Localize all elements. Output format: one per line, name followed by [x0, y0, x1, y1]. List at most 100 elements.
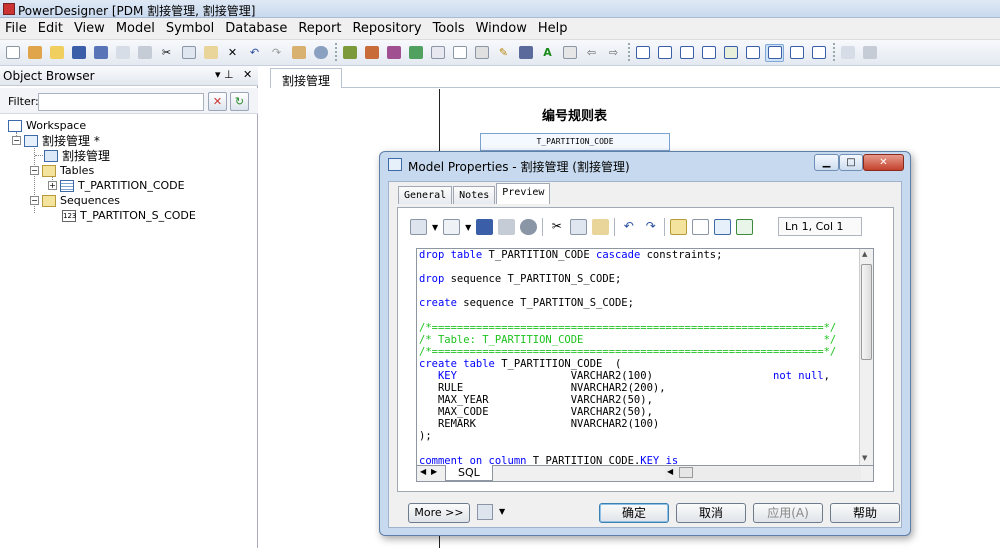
redo-icon[interactable]: ↷: [642, 219, 659, 235]
menu-window[interactable]: Window: [471, 18, 533, 39]
zoom-all-icon[interactable]: [743, 44, 762, 62]
paste-icon[interactable]: [201, 44, 220, 62]
font-color-icon[interactable]: A: [538, 44, 557, 62]
menu-report[interactable]: Report: [293, 18, 347, 39]
tab-scroll-right-icon[interactable]: ▶: [431, 467, 437, 476]
fill-icon[interactable]: [516, 44, 535, 62]
cut-icon[interactable]: ✂: [548, 219, 565, 235]
zoom-out-icon[interactable]: [699, 44, 718, 62]
copy-icon[interactable]: [570, 219, 588, 235]
menu-repository[interactable]: Repository: [347, 18, 427, 39]
scroll-thumb[interactable]: [861, 264, 872, 360]
save-icon[interactable]: [69, 44, 88, 62]
refresh-icon[interactable]: ↻: [230, 92, 249, 111]
apply-button[interactable]: 应用(A): [753, 503, 823, 523]
pin-icon[interactable]: ▾ ⊥: [215, 68, 234, 81]
collapse-icon[interactable]: −: [30, 166, 39, 175]
vertical-scrollbar[interactable]: ▲ ▼: [859, 249, 873, 465]
redo-icon[interactable]: ↷: [267, 44, 286, 62]
new-model-icon[interactable]: [25, 44, 44, 62]
copy-icon[interactable]: [179, 44, 198, 62]
h-scroll-thumb[interactable]: [679, 467, 693, 478]
dialog-titlebar[interactable]: Model Properties - 割接管理 (割接管理) ▁ □ ✕: [380, 152, 910, 178]
check-icon[interactable]: [736, 219, 754, 235]
print-2-icon[interactable]: [860, 44, 879, 62]
save-icon[interactable]: [476, 219, 494, 235]
tab-notes[interactable]: Notes: [453, 186, 496, 204]
cancel-button[interactable]: 取消: [676, 503, 746, 523]
tree-model[interactable]: − 割接管理 *: [12, 133, 100, 148]
tree-sequence-item[interactable]: 123 T_PARTITON_S_CODE: [62, 208, 196, 223]
diagram-text-title[interactable]: 编号规则表: [542, 105, 607, 124]
menu-edit[interactable]: Edit: [33, 18, 69, 39]
tab-diagram[interactable]: 割接管理: [270, 68, 342, 88]
scroll-up-icon[interactable]: ▲: [862, 250, 867, 258]
filter-input[interactable]: [38, 93, 204, 111]
menu-database[interactable]: Database: [220, 18, 293, 39]
close-icon[interactable]: ✕: [863, 154, 904, 171]
collapse-icon[interactable]: −: [12, 136, 21, 145]
tab-sql[interactable]: SQL: [445, 465, 493, 481]
horizontal-scrollbar[interactable]: ◀: [665, 467, 861, 480]
menu-help[interactable]: Help: [533, 18, 574, 39]
report-icon[interactable]: [428, 44, 447, 62]
menu-file[interactable]: File: [0, 18, 33, 39]
chevron-down-icon[interactable]: ▼: [499, 507, 505, 516]
refresh-icon[interactable]: [670, 219, 688, 235]
tree-workspace[interactable]: Workspace: [8, 118, 86, 133]
properties-icon[interactable]: [289, 44, 308, 62]
list-icon[interactable]: [692, 219, 710, 235]
zoom-actual-icon[interactable]: [765, 43, 784, 62]
print-icon[interactable]: [135, 44, 154, 62]
more-button[interactable]: More >>: [408, 503, 470, 523]
tab-scroll-left-icon[interactable]: ◀: [420, 467, 426, 476]
scroll-left-icon[interactable]: ◀: [667, 467, 673, 476]
chevron-down-icon[interactable]: ▼: [465, 223, 471, 232]
edit-icon[interactable]: [714, 219, 732, 235]
tab-preview[interactable]: Preview: [496, 183, 551, 204]
delete-icon[interactable]: ✕: [223, 44, 242, 62]
symbol-icon[interactable]: [450, 44, 469, 62]
list-icon[interactable]: [472, 44, 491, 62]
menu-view[interactable]: View: [69, 18, 111, 39]
preview-icon[interactable]: [838, 44, 857, 62]
chevron-down-icon[interactable]: ▼: [432, 223, 438, 232]
merge-icon[interactable]: [406, 44, 425, 62]
document-icon[interactable]: [443, 219, 461, 235]
check-model-icon[interactable]: [311, 44, 330, 62]
menu-symbol[interactable]: Symbol: [161, 18, 220, 39]
open-icon[interactable]: [47, 44, 66, 62]
generate-icon[interactable]: [340, 44, 359, 62]
sql-editor[interactable]: drop table T_PARTITION_CODE cascade cons…: [416, 248, 874, 466]
arrow-right-icon[interactable]: ⇨: [604, 44, 623, 62]
paste-icon[interactable]: [592, 219, 610, 235]
view-options-icon[interactable]: [410, 219, 427, 235]
tree-table-item[interactable]: + T_PARTITION_CODE: [48, 178, 185, 193]
save-all-icon[interactable]: [91, 44, 110, 62]
compare-icon[interactable]: [384, 44, 403, 62]
arrow-left-icon[interactable]: ⇦: [582, 44, 601, 62]
reverse-icon[interactable]: [362, 44, 381, 62]
zoom-fit-icon[interactable]: [633, 44, 652, 62]
find-icon[interactable]: [520, 219, 538, 235]
tree-diagram[interactable]: 割接管理: [44, 148, 110, 163]
undo-icon[interactable]: ↶: [620, 219, 637, 235]
collapse-icon[interactable]: −: [30, 196, 39, 205]
pen-icon[interactable]: ✎: [494, 44, 513, 62]
tab-general[interactable]: General: [398, 186, 453, 204]
minimize-icon[interactable]: ▁: [814, 154, 839, 171]
zoom-page-icon[interactable]: [655, 44, 674, 62]
print-preview-icon[interactable]: [113, 44, 132, 62]
zoom-in-icon[interactable]: [677, 44, 696, 62]
print-icon[interactable]: [498, 219, 516, 235]
maximize-icon[interactable]: □: [839, 154, 863, 171]
tree-tables[interactable]: − Tables: [30, 163, 94, 178]
diagram-table-symbol[interactable]: T_PARTITION_CODE: [480, 133, 670, 151]
clear-filter-icon[interactable]: ✕: [208, 92, 227, 111]
help-button[interactable]: 帮助: [830, 503, 900, 523]
cut-icon[interactable]: ✂: [157, 44, 176, 62]
expand-icon[interactable]: +: [48, 181, 57, 190]
zoom-select-icon[interactable]: [721, 44, 740, 62]
result-icon[interactable]: [809, 44, 828, 62]
close-icon[interactable]: ✕: [243, 68, 252, 81]
